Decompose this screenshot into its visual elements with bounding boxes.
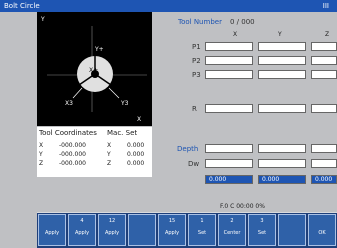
softkey-label: Set (197, 230, 207, 236)
softkey-label: Apply (44, 230, 60, 236)
softkey-8[interactable]: 3 Set (248, 214, 276, 246)
col-label-y: Y (278, 31, 282, 38)
depth-y-input[interactable] (258, 144, 306, 153)
row-label-depth: Depth (177, 145, 199, 153)
graphic-label-y3: Y3 (121, 100, 129, 107)
softkey-number (39, 218, 65, 230)
axis-name: X (39, 142, 44, 149)
row-label-p2: P2 (192, 57, 201, 65)
softkey-number: 15 (168, 218, 176, 224)
axis-mac: -000.000 (59, 142, 86, 149)
r-y-input[interactable] (258, 104, 306, 113)
status-line: F.0 C 00:00 0% (220, 203, 265, 210)
axis-set: 0.000 (127, 142, 145, 149)
depth-x-input[interactable] (205, 144, 253, 153)
window-title: Bolt Circle (4, 2, 40, 10)
axis-set-name: X (107, 142, 112, 149)
p2-y-input[interactable] (258, 56, 306, 65)
axis-name: Y (39, 151, 43, 158)
r-x-input[interactable] (205, 104, 253, 113)
softkey-3[interactable]: 12 Apply (98, 214, 126, 246)
axis-mac: -000.000 (59, 160, 86, 167)
p2-z-input[interactable] (311, 56, 337, 65)
p3-z-input[interactable] (311, 70, 337, 79)
p3-x-input[interactable] (205, 70, 253, 79)
graphic-label-x3: X3 (65, 100, 73, 107)
graphic-label-y: Y (41, 16, 45, 23)
depth-z-input[interactable] (311, 144, 337, 153)
col-label-x: X (233, 31, 238, 38)
result-y-field[interactable]: 0.000 (258, 175, 306, 184)
p1-x-input[interactable] (205, 42, 253, 51)
softkey-label: OK (318, 230, 326, 236)
dw-z-input[interactable] (311, 159, 337, 168)
softkey-number: 12 (108, 218, 116, 224)
axis-row: Z -000.000 Z 0.000 (39, 160, 151, 168)
softkey-label: Apply (74, 230, 90, 236)
softkey-number: 4 (80, 218, 84, 224)
row-label-dw: Dw (188, 160, 200, 168)
softkey-5[interactable]: 15 Apply (158, 214, 186, 246)
axis-set-name: Y (107, 151, 111, 158)
graphic-label-x: X (137, 116, 142, 123)
softkey-number: 1 (200, 218, 204, 224)
axis-set-name: Z (107, 160, 112, 167)
p3-y-input[interactable] (258, 70, 306, 79)
row-label-p1: P1 (192, 43, 201, 51)
softkey-ok[interactable]: OK (308, 214, 336, 246)
col-label-z: Z (325, 31, 330, 38)
graphic-label-yplus: Y+ (95, 46, 104, 53)
softkey-label: Set (257, 230, 267, 236)
axis-set: 0.000 (127, 160, 145, 167)
softkey-6[interactable]: 1 Set (188, 214, 216, 246)
dw-x-input[interactable] (205, 159, 253, 168)
title-bar: Bolt Circle III (0, 0, 337, 12)
tool-number-label: Tool Number (178, 18, 222, 26)
row-label-p3: P3 (192, 71, 201, 79)
softkey-2[interactable]: 4 Apply (68, 214, 96, 246)
softkey-9[interactable] (278, 214, 306, 246)
softkey-label: Center (223, 230, 241, 236)
p1-y-input[interactable] (258, 42, 306, 51)
softkey-number: 2 (230, 218, 234, 224)
axis-name: Z (39, 160, 44, 167)
softkey-7[interactable]: 2 Center (218, 214, 246, 246)
graphic-label-xplus: X+ (89, 67, 99, 74)
bolt-circle-graphic: Y X X+ Y+ X3 Y3 (37, 12, 152, 126)
softkey-4[interactable] (128, 214, 156, 246)
axis-row: Y -000.000 Y 0.000 (39, 151, 151, 159)
tool-number-value: 0 / 000 (230, 18, 255, 26)
softkey-number (129, 218, 155, 230)
axis-info-panel: Tool Coordinates Mac. Set X -000.000 X 0… (37, 127, 152, 177)
row-label-r: R (192, 105, 197, 113)
result-z-field[interactable]: 0.000 (311, 175, 337, 184)
softkey-number (309, 218, 335, 230)
softkey-label: Apply (164, 230, 180, 236)
softkey-1[interactable]: Apply (38, 214, 66, 246)
softkey-label: Apply (104, 230, 120, 236)
softkey-number: 3 (260, 218, 264, 224)
r-z-input[interactable] (311, 104, 337, 113)
axis-row: X -000.000 X 0.000 (39, 142, 151, 150)
axis-mac: -000.000 (59, 151, 86, 158)
result-x-field[interactable]: 0.000 (205, 175, 253, 184)
window-controls[interactable]: III (323, 0, 329, 12)
axis-info-col-head: Mac. Set (107, 129, 138, 137)
dw-y-input[interactable] (258, 159, 306, 168)
p1-z-input[interactable] (311, 42, 337, 51)
axis-set: 0.000 (127, 151, 145, 158)
axis-info-title: Tool Coordinates (39, 129, 97, 137)
softkey-bar: Apply 4 Apply 12 Apply 15 Apply 1 Set 2 … (37, 213, 337, 248)
softkey-number (279, 218, 305, 230)
p2-x-input[interactable] (205, 56, 253, 65)
